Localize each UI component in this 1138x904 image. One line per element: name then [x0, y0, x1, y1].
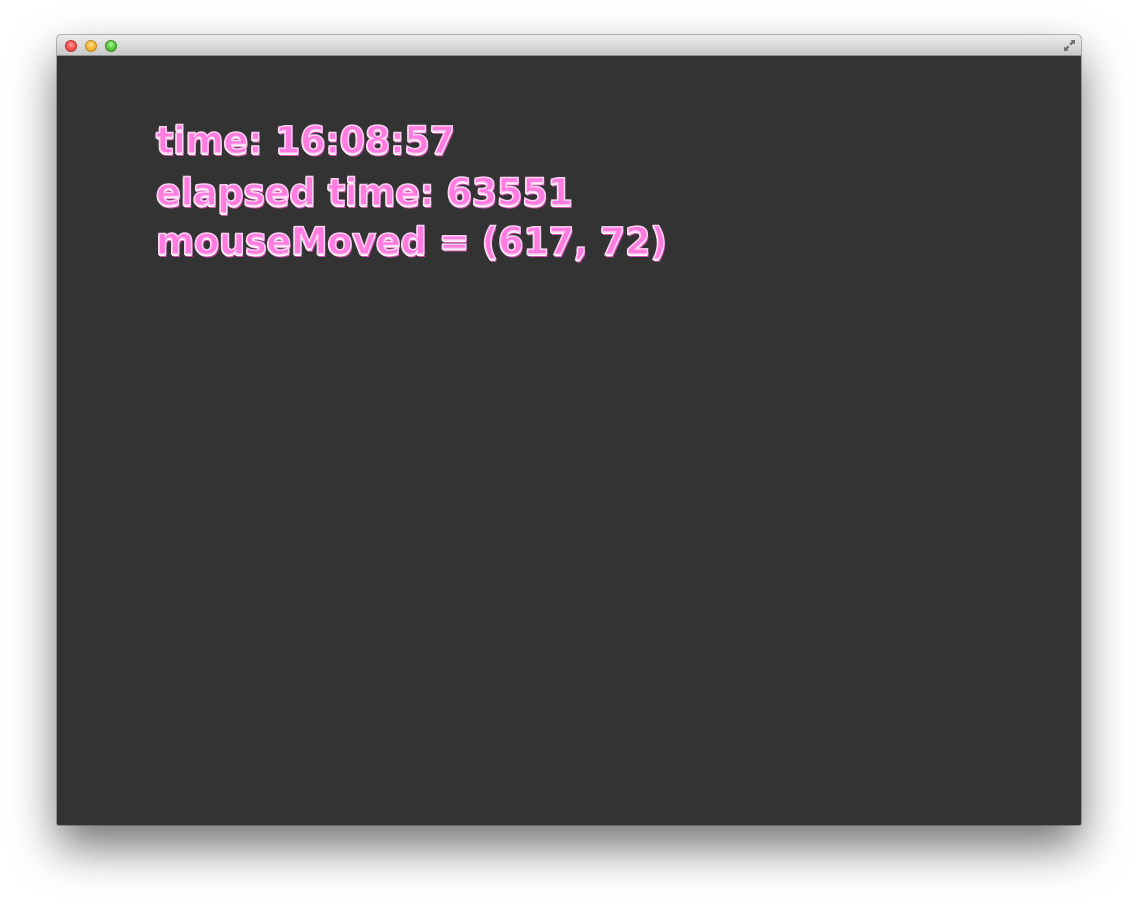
fullscreen-icon[interactable]: [1063, 39, 1076, 52]
close-icon[interactable]: [65, 40, 77, 52]
mouse-moved-readout: mouseMoved = (617, 72): [155, 219, 668, 264]
minimize-icon[interactable]: [85, 40, 97, 52]
zoom-icon[interactable]: [105, 40, 117, 52]
app-window: time: 16:08:57 elapsed time: 63551 mouse…: [57, 35, 1081, 825]
title-bar[interactable]: [57, 35, 1081, 56]
elapsed-time-readout: elapsed time: 63551: [155, 170, 574, 215]
canvas-area[interactable]: time: 16:08:57 elapsed time: 63551 mouse…: [57, 57, 1081, 825]
time-readout: time: 16:08:57: [155, 118, 456, 163]
